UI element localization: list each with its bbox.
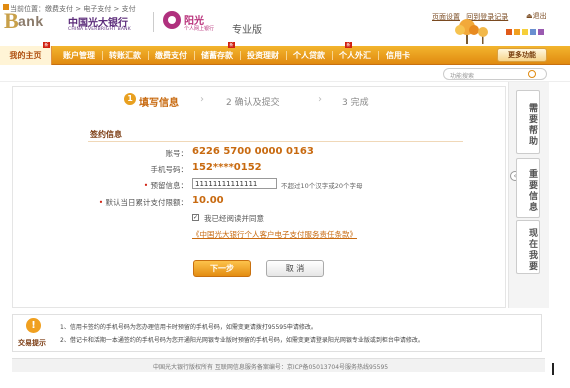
limit-label: 默认当日累计支付限额： [105, 198, 189, 207]
notice-line: 2、借记卡和活期一本通签约的手机号码为您开通阳光网银专业版时预留的手机号码，如需… [60, 337, 424, 344]
agree-label: 我已经阅读并同意 [204, 214, 264, 223]
phone-label: 手机号码： [150, 165, 189, 174]
breadcrumb: 当前位置：缴费支付 > 电子支付 > 支付 [10, 5, 136, 13]
limit-label-row: • 默认当日累计支付限额： [68, 197, 188, 208]
account-label: 账号： [165, 149, 189, 158]
agree-checkbox[interactable]: ✓ [192, 214, 199, 221]
exit-link[interactable]: ⏏退出 [526, 11, 547, 21]
nav-separator [378, 51, 379, 60]
sunshine-logo-icon [163, 11, 181, 29]
nav-item-payment[interactable]: 缴费支付 [150, 46, 192, 65]
new-badge: 新 [43, 42, 50, 48]
header-divider [153, 12, 154, 32]
theme-color-swatch[interactable] [538, 29, 544, 35]
theme-color-swatch[interactable] [522, 29, 528, 35]
nav-separator [240, 51, 241, 60]
nav-item-transfer[interactable]: 转账汇款 [104, 46, 146, 65]
nav-item-loans[interactable]: 个人贷款 [288, 46, 330, 65]
phone-value: 152****0152 [192, 162, 262, 173]
nav-item-home[interactable]: 我的主页 [0, 46, 52, 65]
transaction-notice [12, 314, 542, 352]
more-functions-button[interactable]: 更多功能 [497, 48, 547, 62]
required-mark: • [98, 198, 106, 207]
search-placeholder: 功能搜索 [450, 73, 475, 80]
step-complete: 3 完成 [342, 98, 369, 108]
new-badge: 新 [345, 42, 352, 48]
nav-separator [332, 51, 333, 60]
warning-icon: ! [26, 318, 41, 333]
message-hint: 不超过10个汉字或20个字母 [281, 182, 363, 190]
limit-value: 10.00 [192, 195, 224, 206]
notice-line: 1、信用卡签约的手机号码为您办理信用卡时预留的手机号码，如需变更请拨打95595… [60, 324, 317, 331]
nav-item-accounts[interactable]: 账户管理 [58, 46, 100, 65]
tree-illustration-icon [455, 19, 488, 44]
nav-item-forex[interactable]: 个人外汇 [334, 46, 376, 65]
theme-color-picker [506, 28, 546, 37]
main-nav: 我的主页 新 账户管理 转账汇款 缴费支付 储蓄存款 新 投资理财 个人贷款 个… [0, 42, 570, 65]
theme-color-swatch[interactable] [530, 29, 536, 35]
notice-title: 交易提示 [18, 339, 46, 347]
exit-icon: ⏏ [526, 12, 533, 20]
exit-label: 退出 [532, 12, 547, 20]
brand-sub: 个人网上银行 [184, 26, 215, 32]
nav-separator [194, 51, 195, 60]
side-tab-important-info[interactable]: 重要信息 [516, 158, 540, 218]
search-icon[interactable] [528, 70, 536, 78]
message-label-row: • 预留信息： [68, 180, 188, 191]
text-cursor-icon [552, 363, 554, 375]
step-current-icon: 1 [124, 93, 136, 105]
terms-link[interactable]: 《中国光大银行个人客户电子支付服务责任条款》 [192, 229, 357, 240]
nav-separator [102, 51, 103, 60]
message-label: 预留信息： [150, 181, 189, 190]
chevron-right-icon: › [318, 94, 322, 105]
nav-separator [148, 51, 149, 60]
section-title: 签约信息 [90, 130, 122, 139]
account-value: 6226 5700 0000 0163 [192, 146, 314, 157]
nav-item-deposits[interactable]: 储蓄存款 [196, 46, 238, 65]
progress-steps: 1 填写信息 › 2 确认及提交 › 3 完成 [96, 90, 406, 110]
footer-text: 中国光大银行版权所有 互联网信息服务备案编号：京ICP备05013704号服务热… [153, 364, 389, 371]
nav-item-investment[interactable]: 投资理财 [242, 46, 284, 65]
reserved-message-input[interactable]: 11111111111111 [192, 178, 277, 189]
theme-color-swatch[interactable] [514, 29, 520, 35]
section-divider [88, 141, 463, 142]
theme-color-swatch[interactable] [506, 29, 512, 35]
required-mark: • [143, 181, 151, 190]
bank-name-en: CHINA EVERBRIGHT BANK [68, 27, 131, 32]
chevron-right-icon: › [200, 94, 204, 105]
new-badge: 新 [228, 42, 235, 48]
logo-ank: ank [18, 13, 44, 29]
nav-separator [286, 51, 287, 60]
nav-item-credit-card[interactable]: 信用卡 [380, 46, 416, 65]
cancel-button[interactable]: 取 消 [266, 260, 324, 277]
side-tab-i-want[interactable]: 现在我要 [516, 220, 540, 274]
step-confirm: 2 确认及提交 [226, 98, 280, 108]
home-icon [3, 4, 9, 10]
edition-label: 专业版 [232, 25, 262, 36]
side-tab-help[interactable]: 需要帮助 [516, 90, 540, 154]
next-button[interactable]: 下一步 [193, 260, 251, 277]
step-fill-info: 填写信息 [139, 98, 179, 109]
